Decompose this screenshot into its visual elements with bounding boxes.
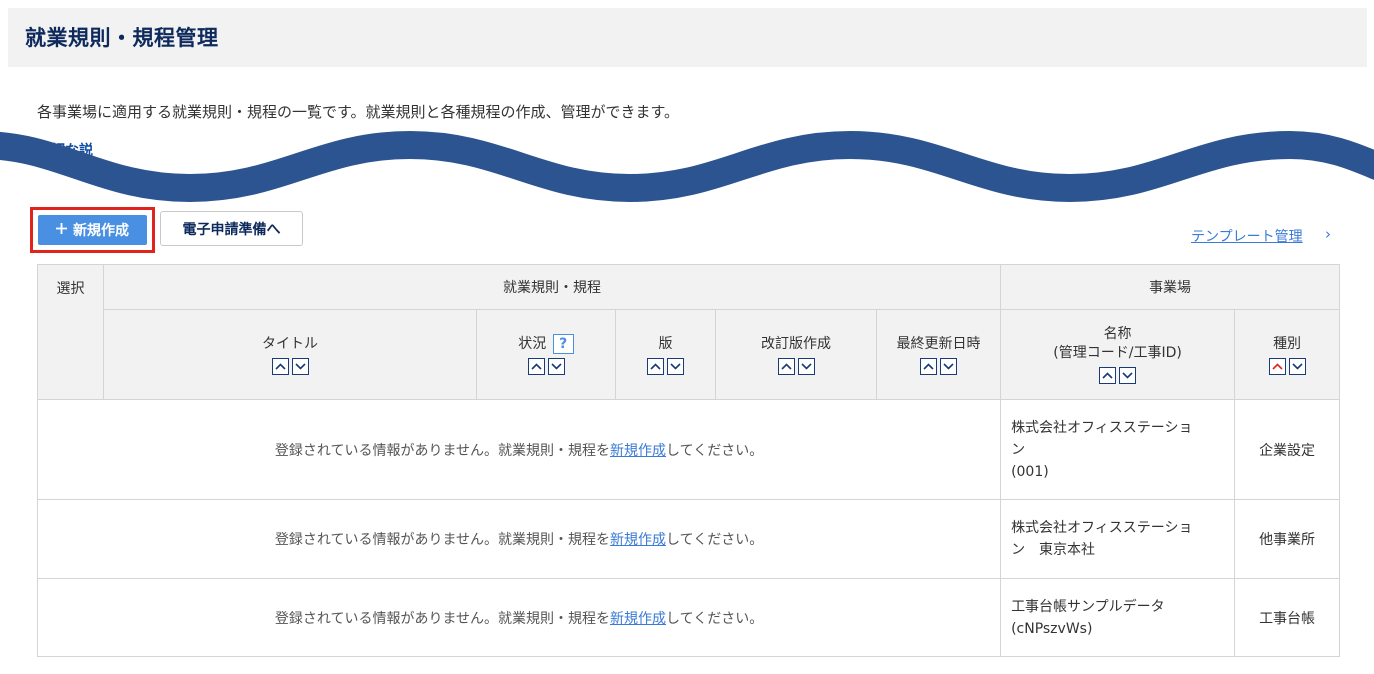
col-updated: 最終更新日時	[875, 309, 1002, 400]
col-updated-label: 最終更新日時	[896, 335, 981, 352]
sort-desc-icon[interactable]	[940, 357, 958, 375]
e-apply-button[interactable]: 電子申請準備へ	[160, 211, 303, 246]
sort-controls	[617, 357, 714, 375]
office-type: 工事台帳	[1234, 578, 1341, 657]
table-row: 登録されている情報がありません。就業規則・規程を新規作成してください。 株式会社…	[36, 499, 1341, 579]
sort-desc-icon[interactable]	[291, 357, 309, 375]
sort-desc-icon[interactable]	[1119, 367, 1137, 384]
col-office-name-sub: (管理コード/工事ID)	[1053, 345, 1182, 361]
col-title: タイトル	[103, 309, 477, 400]
sort-desc-icon[interactable]	[667, 357, 684, 375]
select-header: 選択	[37, 264, 104, 400]
col-title-label: タイトル	[262, 335, 318, 352]
col-status: 状況 ?	[476, 309, 616, 400]
col-revision: 改訂版作成	[715, 309, 877, 400]
wave-overlay	[0, 130, 1374, 203]
new-create-link[interactable]: 新規作成	[610, 532, 666, 548]
sort-desc-icon[interactable]	[797, 357, 815, 375]
sort-asc-icon[interactable]	[647, 357, 664, 375]
new-create-link[interactable]: 新規作成	[610, 443, 666, 459]
col-version: 版	[615, 309, 716, 400]
group-header-office: 事業場	[1000, 264, 1341, 310]
office-name: 株式会社オフィスステーショ ン (001)	[1000, 399, 1236, 500]
new-create-link[interactable]: 新規作成	[610, 611, 666, 627]
sort-asc-icon[interactable]	[271, 357, 289, 375]
plus-icon	[56, 222, 67, 238]
empty-message: 登録されている情報がありません。就業規則・規程を新規作成してください。	[36, 499, 1002, 579]
col-office-type-label: 種別	[1273, 335, 1302, 352]
col-version-label: 版	[658, 335, 673, 352]
help-icon[interactable]: ?	[552, 334, 574, 354]
office-name: 工事台帳サンプルデータ (cNPszvWs)	[1000, 578, 1236, 657]
empty-message: 登録されている情報がありません。就業規則・規程を新規作成してください。	[36, 578, 1002, 657]
new-button-highlight: 新規作成	[30, 207, 155, 253]
new-create-label: 新規作成	[73, 223, 129, 239]
col-revision-label: 改訂版作成	[761, 335, 831, 352]
empty-message: 登録されている情報がありません。就業規則・規程を新規作成してください。	[36, 399, 1002, 500]
col-office-name-label: 名称	[1103, 326, 1132, 342]
group-header-rules: 就業規則・規程	[102, 264, 1002, 310]
sort-asc-icon[interactable]	[920, 357, 938, 375]
table-row: 登録されている情報がありません。就業規則・規程を新規作成してください。 工事台帳…	[36, 578, 1341, 657]
sort-controls	[717, 357, 875, 375]
sort-controls	[1236, 357, 1338, 375]
sort-asc-active-icon[interactable]	[1268, 357, 1286, 375]
sort-asc-icon[interactable]	[1099, 367, 1117, 384]
col-status-label: 状況	[518, 336, 547, 352]
table-row: 登録されている情報がありません。就業規則・規程を新規作成してください。 株式会社…	[36, 399, 1341, 500]
sort-controls	[478, 358, 614, 375]
sort-controls	[105, 357, 475, 375]
sort-controls	[878, 357, 999, 375]
sort-controls	[1002, 367, 1233, 384]
chevron-right-icon[interactable]: ›	[1325, 225, 1331, 243]
page-title: 就業規則・規程管理	[25, 26, 219, 50]
template-manage-link[interactable]: テンプレート管理	[1191, 226, 1303, 246]
rules-table: 選択 就業規則・規程 事業場 タイトル 状況 ? 版 改訂版作成 最終更新日時 …	[36, 264, 1341, 657]
col-office-name: 名称 (管理コード/工事ID)	[1000, 309, 1236, 400]
sort-asc-icon[interactable]	[777, 357, 795, 375]
sort-desc-icon[interactable]	[1288, 357, 1306, 375]
office-type: 他事業所	[1234, 499, 1341, 579]
office-type: 企業設定	[1234, 399, 1341, 500]
col-office-type: 種別	[1234, 309, 1341, 400]
sort-desc-icon[interactable]	[547, 358, 565, 375]
office-name: 株式会社オフィスステーショ ン 東京本社	[1000, 499, 1236, 579]
sort-asc-icon[interactable]	[527, 358, 545, 375]
new-create-button[interactable]: 新規作成	[38, 215, 147, 245]
page-header: 就業規則・規程管理	[8, 8, 1367, 67]
